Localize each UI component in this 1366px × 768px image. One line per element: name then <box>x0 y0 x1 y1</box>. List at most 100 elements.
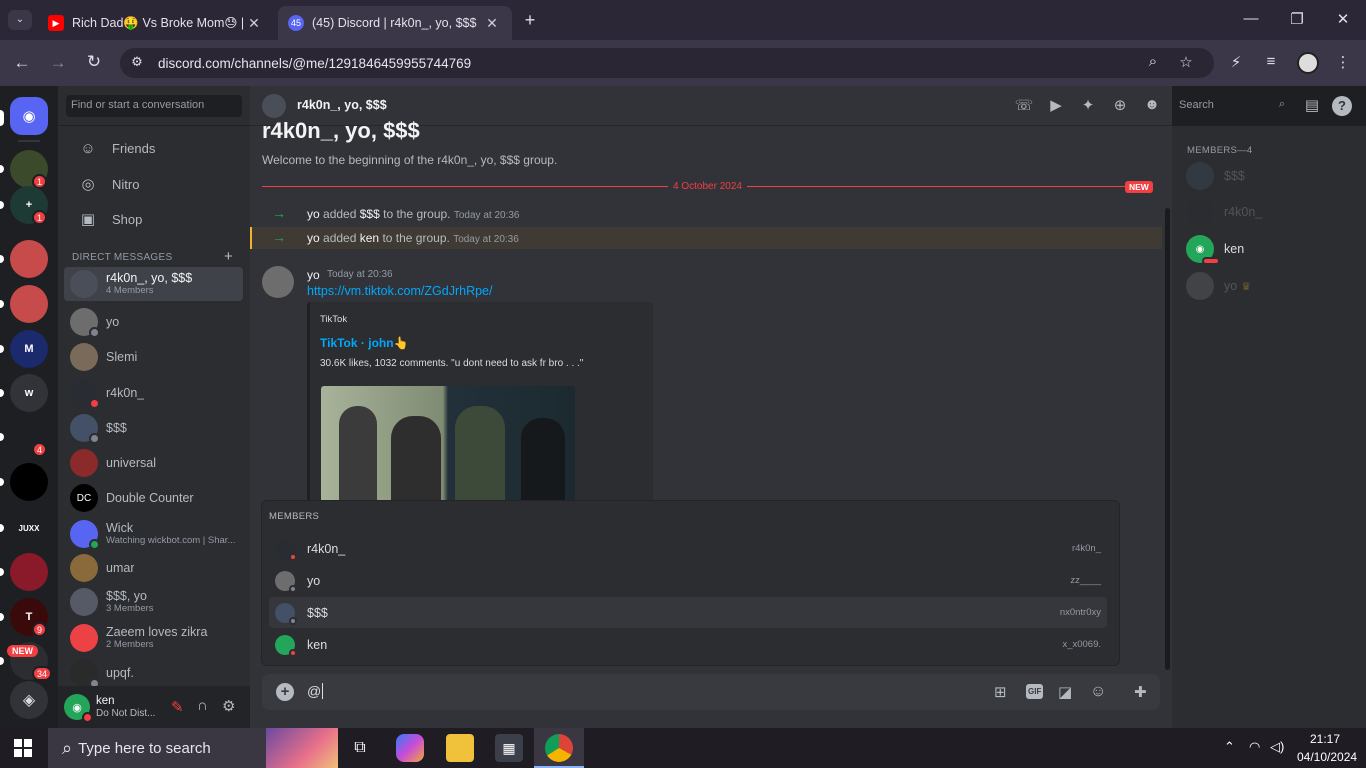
chat-scrollbar[interactable] <box>1165 208 1170 670</box>
close-window-icon[interactable]: ✕ <box>1332 10 1354 28</box>
clock-date[interactable]: 04/10/2024 <box>1297 750 1357 764</box>
search-icon: ⌕ <box>1278 98 1285 110</box>
server-red-icon[interactable] <box>10 553 48 591</box>
chrome-icon[interactable] <box>545 734 573 762</box>
dm-item[interactable]: Zaeem loves zikra 2 Members <box>64 621 243 655</box>
dm-item[interactable]: yo <box>64 305 243 339</box>
member-item[interactable]: r4k0n_ <box>1182 194 1362 230</box>
tray-chevron-icon[interactable]: ⌃ <box>1224 739 1235 755</box>
server-avatar-icon[interactable] <box>10 240 48 278</box>
mention-option[interactable]: ken x_x0069. <box>269 629 1107 660</box>
dm-item[interactable]: Wick Watching wickbot.com | Shar... <box>64 517 243 551</box>
dm-item[interactable]: universal <box>64 446 243 480</box>
media-control-icon[interactable]: ≡ <box>1260 53 1282 70</box>
message-link[interactable]: https://vm.tiktok.com/ZGdJrhRpe/ <box>307 284 492 298</box>
tab-search-icon[interactable]: ⌄ <box>8 10 32 30</box>
close-tab-icon[interactable]: ✕ <box>244 15 264 32</box>
dm-item[interactable]: umar <box>64 551 243 585</box>
site-info-icon[interactable]: ⚙ <box>126 54 148 70</box>
nitro-icon: ◎ <box>81 176 95 193</box>
create-dm-icon[interactable]: + <box>224 248 233 265</box>
reload-icon[interactable]: ↻ <box>83 52 105 72</box>
headphones-icon[interactable]: ∩ <box>197 697 208 714</box>
dm-item[interactable]: $$$ <box>64 411 243 445</box>
close-tab-icon[interactable]: ✕ <box>482 15 502 32</box>
embed-title[interactable]: TikTok · john👆 <box>320 336 409 350</box>
add-friends-to-dm-icon[interactable]: ⊕ <box>1109 96 1131 118</box>
nav-shop[interactable]: ▣ Shop <box>66 203 242 235</box>
dm-item[interactable]: DC Double Counter <box>64 481 243 515</box>
actor[interactable]: yo <box>307 207 320 221</box>
server-avatar-icon[interactable] <box>10 285 48 323</box>
tab-youtube[interactable]: ▶ Rich Dad🤑 Vs Broke Mom😓 | ✕ <box>38 6 274 40</box>
actor[interactable]: yo <box>307 231 320 245</box>
nav-nitro[interactable]: ◎ Nitro <box>66 168 242 200</box>
embed-thumbnail[interactable] <box>321 386 575 502</box>
composer-input[interactable]: @ <box>307 683 324 699</box>
video-call-icon[interactable]: ▶ <box>1045 96 1067 118</box>
discover-compass-icon[interactable]: ◈ <box>10 681 48 719</box>
task-view-icon[interactable]: ⧉ <box>346 734 374 762</box>
target[interactable]: $$$ <box>360 207 380 221</box>
mention-option[interactable]: yo zz____ <box>269 565 1107 596</box>
home-discord-icon[interactable]: ◉ <box>10 97 48 135</box>
member-item[interactable]: yo ♛ <box>1182 268 1362 304</box>
server-juxx-icon[interactable]: JUXX <box>10 509 48 547</box>
gift-icon[interactable]: ⊞ <box>994 683 1007 701</box>
mention-option[interactable]: $$$ nx0ntr0xy <box>269 597 1107 628</box>
find-conversation-button[interactable]: Find or start a conversation <box>66 95 242 117</box>
user-settings-gear-icon[interactable]: ⚙ <box>222 697 235 715</box>
sticker-icon[interactable]: ◪ <box>1058 683 1072 701</box>
channel-name[interactable]: r4k0n_, yo, $$$ <box>297 98 387 112</box>
url-bar[interactable]: discord.com/channels/@me/129184645995574… <box>120 48 1214 78</box>
new-tab-icon[interactable]: + <box>519 10 541 31</box>
dm-avatar <box>70 449 98 477</box>
attach-plus-icon[interactable]: + <box>276 683 294 701</box>
member-list-icon[interactable]: ☻ <box>1141 96 1163 118</box>
inbox-icon[interactable]: ▤ <box>1301 96 1323 118</box>
nav-friends[interactable]: ☺ Friends <box>66 132 242 164</box>
tab-discord[interactable]: 45 (45) Discord | r4k0n_, yo, $$$ ✕ <box>278 6 512 40</box>
member-item[interactable]: ◉ ken <box>1182 231 1362 267</box>
user-name[interactable]: ken <box>96 695 115 707</box>
restore-icon[interactable]: ❐ <box>1286 10 1308 28</box>
dm-item[interactable]: upqf. <box>64 656 243 690</box>
extensions-icon[interactable]: ⚡ <box>1225 53 1247 71</box>
server-eye-icon[interactable] <box>10 463 48 501</box>
copilot-icon[interactable] <box>396 734 424 762</box>
discord-icon: 45 <box>288 15 304 31</box>
forward-icon[interactable]: → <box>47 53 69 73</box>
microsoft-store-icon[interactable]: ▦ <box>495 734 523 762</box>
dm-item[interactable]: Slemi <box>64 340 243 374</box>
server-m-icon[interactable]: M <box>10 330 48 368</box>
dm-item[interactable]: r4k0n_, yo, $$$ 4 Members <box>64 267 243 301</box>
minimize-icon[interactable]: — <box>1240 10 1262 27</box>
voice-call-icon[interactable]: ☏ <box>1013 96 1035 118</box>
network-icon[interactable]: ◠ <box>1249 739 1260 755</box>
zoom-icon[interactable]: ⌕ <box>1142 53 1164 70</box>
message-author[interactable]: yo <box>307 268 320 282</box>
server-w-icon[interactable]: w <box>10 374 48 412</box>
volume-icon[interactable]: ◁) <box>1270 739 1284 755</box>
dm-item[interactable]: r4k0n_ <box>64 376 243 410</box>
message-author-avatar[interactable] <box>262 266 294 298</box>
pinned-messages-icon[interactable]: ✦ <box>1077 96 1099 118</box>
member-item[interactable]: $$$ <box>1182 158 1362 194</box>
target[interactable]: ken <box>360 231 379 245</box>
gif-icon[interactable]: GIF <box>1026 684 1044 699</box>
user-avatar[interactable]: ◉ <box>64 694 93 723</box>
emoji-icon[interactable]: ☺ <box>1090 683 1106 701</box>
profile-avatar[interactable] <box>1297 52 1319 74</box>
clock-time[interactable]: 21:17 <box>1310 732 1340 746</box>
dm-item[interactable]: $$$, yo 3 Members <box>64 585 243 619</box>
chrome-menu-icon[interactable]: ⋮ <box>1332 53 1354 71</box>
apps-icon[interactable]: ✚ <box>1134 683 1147 701</box>
file-explorer-icon[interactable] <box>446 734 474 762</box>
bookmark-star-icon[interactable]: ☆ <box>1175 53 1197 71</box>
mention-option[interactable]: r4k0n_ r4k0n_ <box>269 533 1107 564</box>
search-box[interactable]: Search ⌕ <box>1174 96 1290 116</box>
mute-mic-icon[interactable]: ✎ <box>171 698 184 716</box>
back-icon[interactable]: ← <box>11 53 33 73</box>
windows-start-icon[interactable] <box>14 739 32 757</box>
help-icon[interactable]: ? <box>1332 96 1352 116</box>
